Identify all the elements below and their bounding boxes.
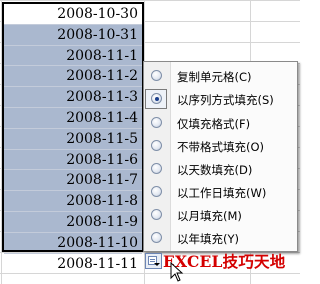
radio-icon[interactable] — [151, 186, 162, 197]
menu-item-label: 以月填充(M) — [177, 209, 242, 223]
cell[interactable]: 2008-11-7 — [4, 170, 142, 192]
selected-range[interactable]: 2008-10-30 2008-10-31 2008-11-1 2008-11-… — [2, 2, 144, 272]
cell[interactable]: 2008-11-1 — [4, 46, 142, 67]
cell[interactable]: 2008-11-10 — [4, 233, 142, 254]
menu-item-fill-years[interactable]: 以年填充(Y) — [144, 227, 297, 250]
radio-selected-icon[interactable] — [151, 93, 162, 104]
cell[interactable]: 2008-11-2 — [4, 66, 142, 88]
cell[interactable]: 2008-11-4 — [4, 108, 142, 129]
menu-item-label: 以天数填充(D) — [177, 163, 253, 177]
menu-item-label: 复制单元格(C) — [177, 70, 252, 84]
radio-icon[interactable] — [151, 163, 162, 174]
cell[interactable]: 2008-11-11 — [4, 254, 142, 275]
radio-icon[interactable] — [151, 232, 162, 243]
menu-item-fill-days[interactable]: 以天数填充(D) — [144, 158, 297, 181]
radio-icon[interactable] — [151, 140, 162, 151]
cell[interactable]: 2008-11-3 — [4, 87, 142, 108]
cell[interactable]: 2008-10-31 — [4, 25, 142, 46]
menu-item-label: 不带格式填充(O) — [177, 140, 265, 154]
menu-item-fill-months[interactable]: 以月填充(M) — [144, 204, 297, 227]
dropdown-arrow-icon — [154, 263, 160, 266]
menu-item-fill-series[interactable]: 以序列方式填充(S) — [144, 88, 297, 111]
menu-item-label: 以工作日填充(W) — [177, 186, 267, 200]
menu-item-label: 以年填充(Y) — [177, 232, 239, 246]
menu-item-fill-without-formatting[interactable]: 不带格式填充(O) — [144, 135, 297, 158]
auto-fill-options-button[interactable] — [145, 253, 162, 269]
arrow-cursor-icon — [170, 262, 184, 282]
cell[interactable]: 2008-11-5 — [4, 129, 142, 150]
cell[interactable]: 2008-11-9 — [4, 212, 142, 233]
cell[interactable]: 2008-11-8 — [4, 191, 142, 212]
cell[interactable]: 2008-11-6 — [4, 150, 142, 171]
menu-item-label: 以序列方式填充(S) — [177, 93, 274, 107]
menu-item-copy-cells[interactable]: 复制单元格(C) — [144, 65, 297, 88]
radio-icon[interactable] — [151, 70, 162, 81]
radio-icon[interactable] — [151, 209, 162, 220]
menu-item-fill-weekdays[interactable]: 以工作日填充(W) — [144, 181, 297, 204]
menu-item-fill-formatting-only[interactable]: 仅填充格式(F) — [144, 112, 297, 135]
radio-icon[interactable] — [151, 117, 162, 128]
menu-item-label: 仅填充格式(F) — [177, 117, 251, 131]
cell[interactable]: 2008-10-30 — [4, 4, 142, 25]
auto-fill-options-menu: 复制单元格(C) 以序列方式填充(S) 仅填充格式(F) 不带格式填充(O) 以… — [143, 61, 298, 252]
